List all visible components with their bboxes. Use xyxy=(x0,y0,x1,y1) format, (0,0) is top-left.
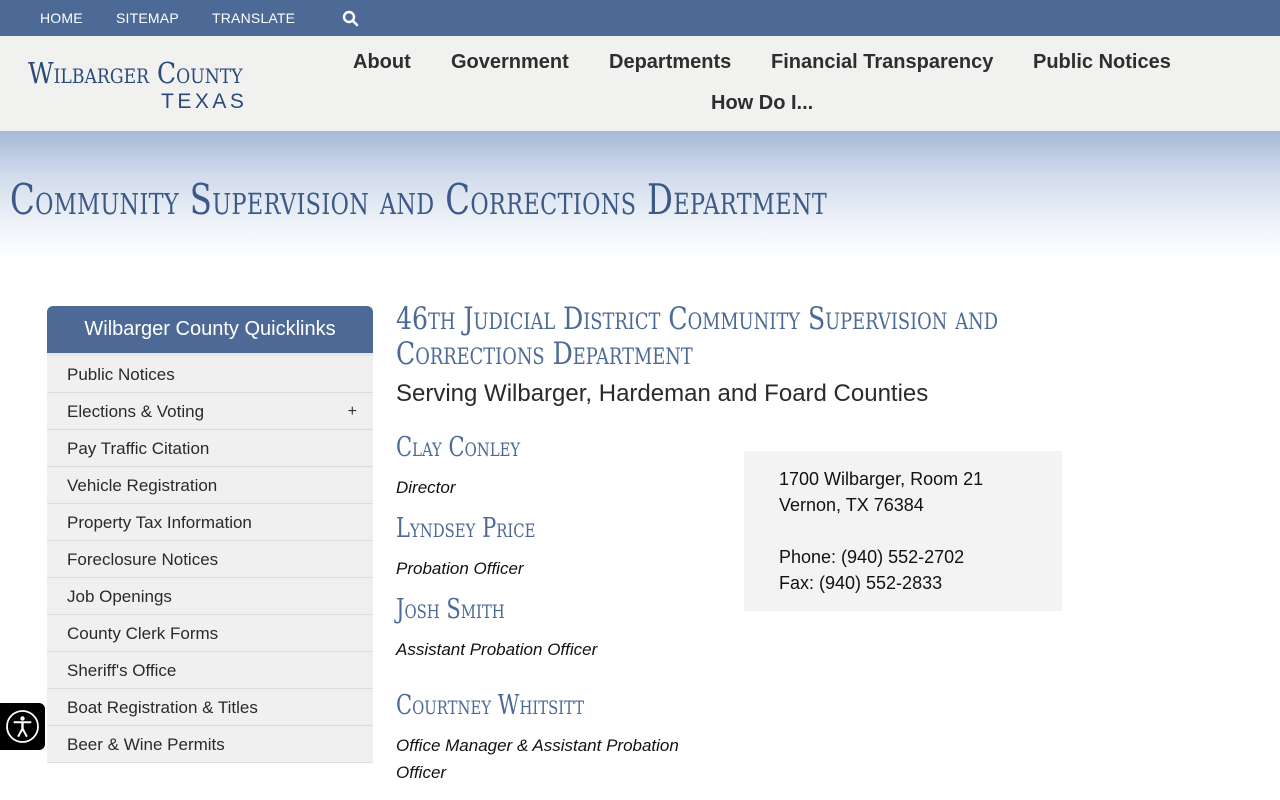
top-utility-bar: HOME SITEMAP TRANSLATE xyxy=(0,0,1280,36)
staff-role: Office Manager & Assistant Probation Off… xyxy=(396,732,679,786)
nav-government[interactable]: Government xyxy=(451,51,569,74)
home-link[interactable]: HOME xyxy=(40,0,83,36)
page-title: Community Supervision and Corrections De… xyxy=(10,175,828,224)
quicklink-vehicle-registration[interactable]: Vehicle Registration xyxy=(47,466,373,503)
staff-name: Lyndsey Price xyxy=(396,513,536,544)
quicklink-label: Property Tax Information xyxy=(67,513,252,532)
quicklink-label: Boat Registration & Titles xyxy=(67,698,258,717)
county-logo[interactable]: Wilbarger County TEXAS xyxy=(28,56,253,116)
quicklink-public-notices[interactable]: Public Notices xyxy=(47,353,373,392)
sitemap-link[interactable]: SITEMAP xyxy=(116,0,179,36)
quicklinks-title: Wilbarger County Quicklinks xyxy=(47,306,373,353)
search-icon[interactable] xyxy=(342,10,359,27)
logo-line-county: Wilbarger County xyxy=(28,56,243,90)
staff-role: Probation Officer xyxy=(396,559,524,578)
quicklink-label: Sheriff's Office xyxy=(67,661,177,680)
quicklink-label: Beer & Wine Permits xyxy=(67,735,225,754)
contact-spacer xyxy=(779,518,1062,544)
quicklink-county-clerk-forms[interactable]: County Clerk Forms xyxy=(47,614,373,651)
quicklink-label: Public Notices xyxy=(67,365,175,384)
quicklink-sheriffs-office[interactable]: Sheriff's Office xyxy=(47,651,373,688)
quicklink-job-openings[interactable]: Job Openings xyxy=(47,577,373,614)
contact-address-line: 1700 Wilbarger, Room 21 xyxy=(779,469,984,489)
department-subtitle: Serving Wilbarger, Hardeman and Foard Co… xyxy=(396,380,929,407)
logo-line-state: TEXAS xyxy=(161,90,248,113)
accessibility-button[interactable] xyxy=(0,703,45,750)
site-header: Wilbarger County TEXAS About Government … xyxy=(0,36,1280,131)
accessibility-icon xyxy=(6,710,39,743)
quicklink-boat-registration[interactable]: Boat Registration & Titles xyxy=(47,688,373,725)
nav-financial-transparency[interactable]: Financial Transparency xyxy=(771,51,993,74)
quicklink-foreclosure-notices[interactable]: Foreclosure Notices xyxy=(47,540,373,577)
quicklink-beer-wine-permits[interactable]: Beer & Wine Permits xyxy=(47,725,373,762)
quicklinks-list: Public Notices Elections & Voting + Pay T… xyxy=(47,353,373,763)
staff-name: Josh Smith xyxy=(396,594,505,625)
quicklink-pay-traffic-citation[interactable]: Pay Traffic Citation xyxy=(47,429,373,466)
quicklink-label: Vehicle Registration xyxy=(67,476,218,495)
quicklink-label: Foreclosure Notices xyxy=(67,550,219,569)
nav-how-do-i[interactable]: How Do I... xyxy=(711,92,813,115)
department-heading: 46th Judicial District Community Supervi… xyxy=(396,301,999,372)
translate-link[interactable]: TRANSLATE xyxy=(212,0,295,36)
quicklink-label: Job Openings xyxy=(67,587,172,606)
page-banner: Community Supervision and Corrections De… xyxy=(0,131,1280,261)
staff-name: Courtney Whitsitt xyxy=(396,690,585,721)
contact-phone: Phone: (940) 552-2702 xyxy=(779,547,965,567)
nav-departments[interactable]: Departments xyxy=(609,51,731,74)
staff-role-line: Office Manager & Assistant Probation xyxy=(396,736,679,755)
quicklink-elections-voting[interactable]: Elections & Voting + xyxy=(47,392,373,429)
quicklinks-sidebar: Wilbarger County Quicklinks Public Notic… xyxy=(47,306,373,763)
expand-plus-icon[interactable]: + xyxy=(348,393,357,430)
staff-role: Assistant Probation Officer xyxy=(396,640,598,659)
quicklink-property-tax[interactable]: Property Tax Information xyxy=(47,503,373,540)
staff-name: Clay Conley xyxy=(396,432,521,463)
nav-about[interactable]: About xyxy=(353,51,411,74)
nav-public-notices[interactable]: Public Notices xyxy=(1033,51,1171,74)
staff-role-line: Officer xyxy=(396,763,447,782)
quicklink-label: Pay Traffic Citation xyxy=(67,439,210,458)
staff-role: Director xyxy=(396,478,456,497)
quicklink-label: County Clerk Forms xyxy=(67,624,219,643)
contact-fax: Fax: (940) 552-2833 xyxy=(779,573,943,593)
quicklink-label: Elections & Voting xyxy=(67,402,205,421)
contact-address-line: Vernon, TX 76384 xyxy=(779,495,924,515)
contact-box: 1700 Wilbarger, Room 21 Vernon, TX 76384… xyxy=(744,451,1062,611)
